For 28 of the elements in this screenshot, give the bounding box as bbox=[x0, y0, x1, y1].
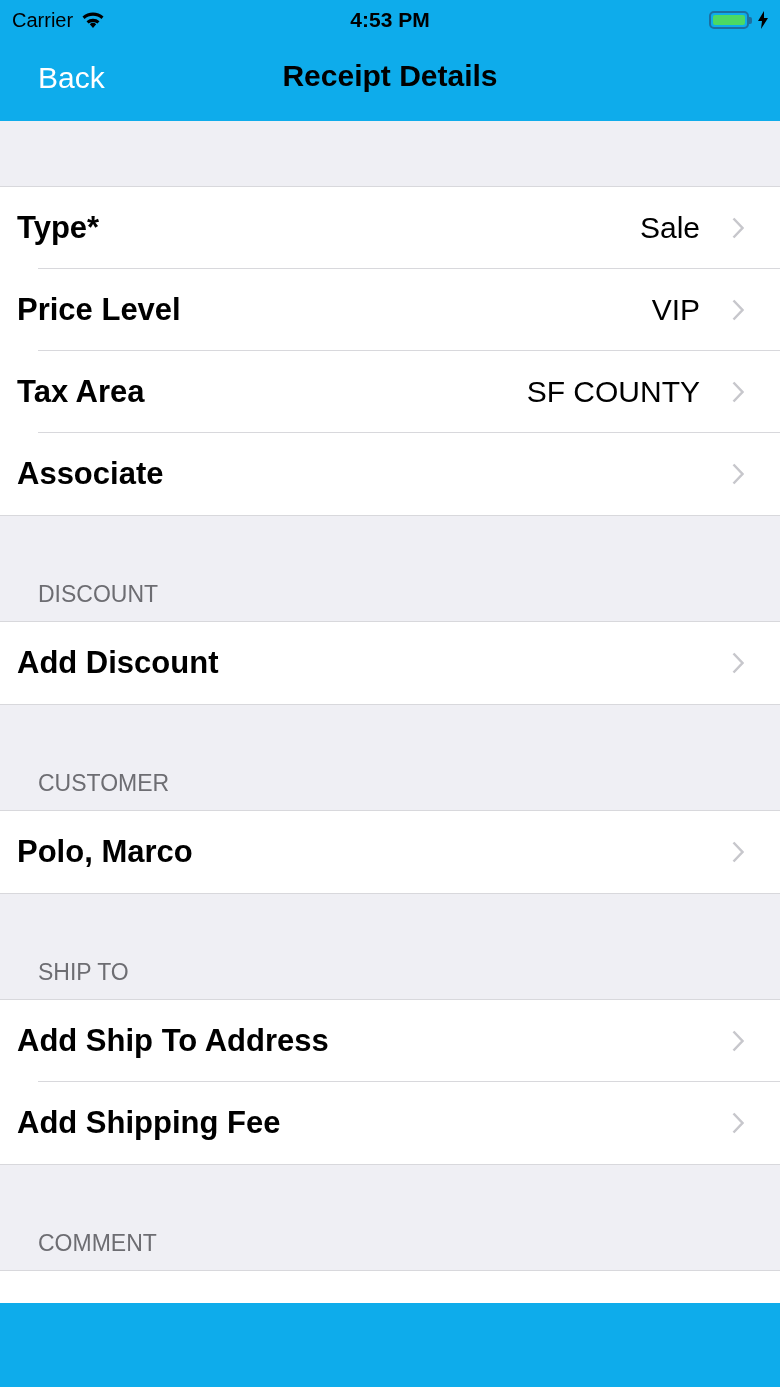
chevron-icon bbox=[732, 217, 744, 239]
carrier-name: Carrier bbox=[12, 8, 74, 32]
chevron-icon bbox=[732, 1030, 744, 1052]
row-label: Add Ship To Address bbox=[17, 1023, 329, 1059]
chevron-icon bbox=[732, 463, 744, 485]
section-header: DISCOUNT bbox=[38, 581, 159, 608]
wifi-icon bbox=[81, 11, 106, 29]
chevron-icon bbox=[732, 381, 744, 403]
chevron-icon bbox=[732, 1112, 744, 1134]
row-label: Tax Area bbox=[17, 374, 145, 410]
section-header: CUSTOMER bbox=[38, 770, 170, 797]
row-label: Price Level bbox=[17, 292, 181, 328]
row-label: Add Discount bbox=[17, 645, 219, 681]
row-label: Associate bbox=[17, 456, 164, 492]
row-label: Type* bbox=[17, 210, 100, 246]
chevron-icon bbox=[732, 652, 744, 674]
row-label: Polo, Marco bbox=[17, 834, 193, 870]
chevron-icon bbox=[732, 841, 744, 863]
battery-icon bbox=[709, 11, 752, 29]
section-header: COMMENT bbox=[38, 1230, 157, 1257]
nav-title: Receipt Details bbox=[281, 59, 499, 93]
clock-time: 4:53 PM bbox=[349, 8, 431, 32]
row-value: Sale bbox=[639, 211, 700, 245]
row-label: Add Shipping Fee bbox=[17, 1105, 281, 1141]
chevron-icon bbox=[732, 299, 744, 321]
row-value: VIP bbox=[651, 293, 700, 327]
section-header: SHIP TO bbox=[38, 959, 129, 986]
row-value: SF COUNTY bbox=[526, 375, 700, 409]
